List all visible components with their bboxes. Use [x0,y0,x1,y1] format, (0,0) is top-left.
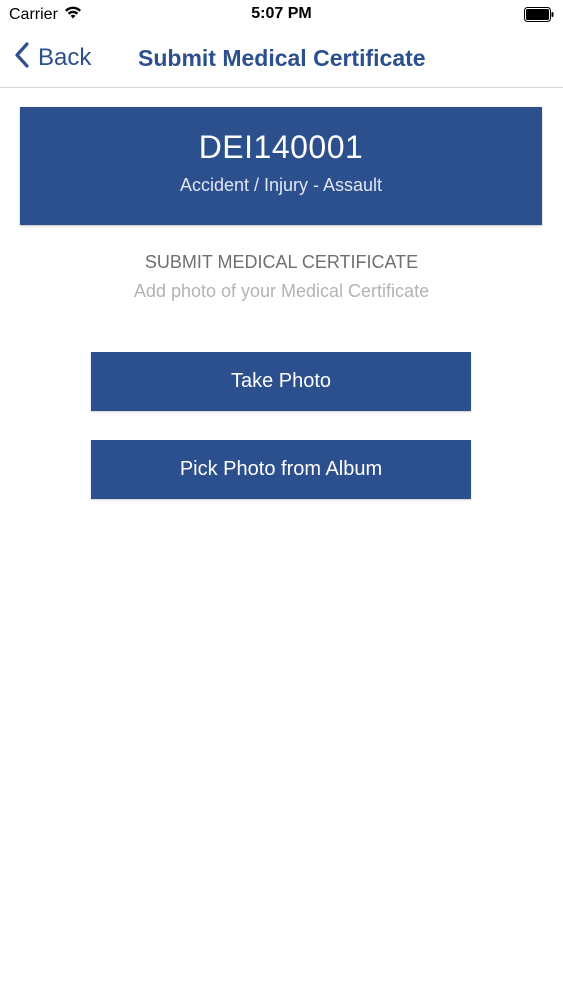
back-button[interactable]: Back [14,41,92,76]
case-type: Accident / Injury - Assault [179,175,383,195]
page-title: Submit Medical Certificate [138,45,426,71]
pick-photo-from-album-button[interactable]: Pick Photo from Album [91,440,471,499]
section-subtitle: Add photo of your Medical Certificate [133,281,430,301]
chevron-left-icon [14,41,30,76]
section-heading: SUBMIT MEDICAL CERTIFICATE [144,252,419,272]
status-bar: Carrier 5:07 PM [0,0,563,30]
status-time: 5:07 PM [251,5,312,22]
take-photo-button[interactable]: Take Photo [91,352,471,411]
case-banner: DEI140001 Accident / Injury - Assault [20,107,542,225]
battery-icon [524,7,554,22]
case-id: DEI140001 [198,129,364,165]
navigation-bar: Back Submit Medical Certificate [0,30,563,88]
screen: Carrier 5:07 PM Back Submit Medical Cert… [0,0,563,1000]
back-label: Back [38,44,92,71]
